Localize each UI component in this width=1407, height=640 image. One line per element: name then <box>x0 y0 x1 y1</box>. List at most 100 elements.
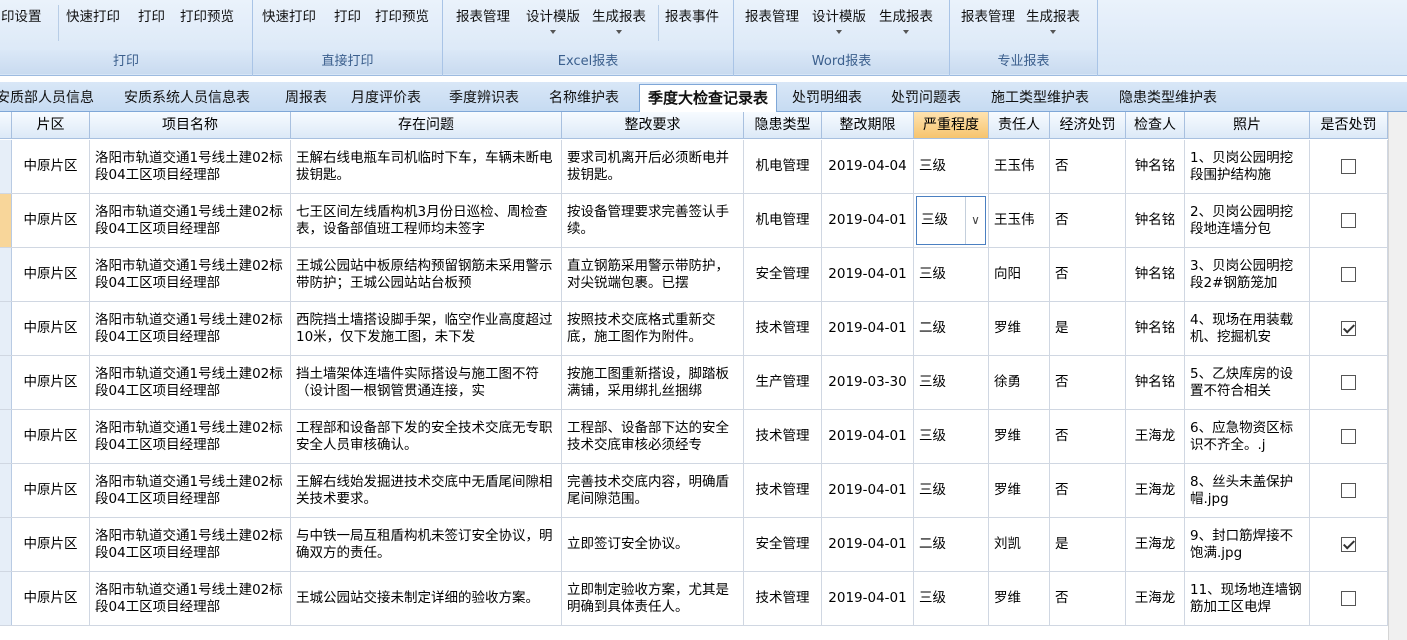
cell-inspector[interactable]: 王海龙 <box>1126 410 1185 463</box>
cell-requirement[interactable]: 立即签订安全协议。 <box>562 518 744 571</box>
cell-owner[interactable]: 罗维 <box>989 572 1050 625</box>
cell-owner[interactable]: 刘凯 <box>989 518 1050 571</box>
cell-project[interactable]: 洛阳市轨道交通1号线土建02标段04工区项目经理部 <box>90 464 291 517</box>
tab-penalty-issues[interactable]: 处罚问题表 <box>891 87 961 112</box>
tab-quarterly-inspection[interactable]: 季度大检查记录表 <box>639 84 778 113</box>
column-header-project[interactable]: 项目名称 <box>90 112 291 139</box>
cell-fine[interactable]: 否 <box>1050 572 1126 625</box>
cell-inspector[interactable]: 钟名铭 <box>1126 140 1185 193</box>
cell-area[interactable]: 中原片区 <box>12 518 90 571</box>
cell-hazard-type[interactable]: 安全管理 <box>744 248 822 301</box>
cell-inspector[interactable]: 钟名铭 <box>1126 194 1185 247</box>
cell-issue[interactable]: 王解右线电瓶车司机临时下车，车辆未断电拔钥匙。 <box>291 140 562 193</box>
cell-requirement[interactable]: 工程部、设备部下达的安全技术交底审核必须经专 <box>562 410 744 463</box>
cell-owner[interactable]: 罗维 <box>989 464 1050 517</box>
cell-penalty[interactable] <box>1310 356 1388 409</box>
cell-fine[interactable]: 否 <box>1050 248 1126 301</box>
column-header-owner[interactable]: 责任人 <box>989 112 1050 139</box>
cell-requirement[interactable]: 按设备管理要求完善签认手续。 <box>562 194 744 247</box>
cell-severity[interactable]: 二级 <box>914 302 989 355</box>
cell-area[interactable]: 中原片区 <box>12 194 90 247</box>
cell-deadline[interactable]: 2019-04-01 <box>822 248 914 301</box>
cell-photo[interactable]: 4、现场在用装载机、挖掘机安 <box>1185 302 1310 355</box>
cell-hazard-type[interactable]: 安全管理 <box>744 518 822 571</box>
cell-issue[interactable]: 王解右线始发掘进技术交底中无盾尾间隙相关技术要求。 <box>291 464 562 517</box>
cell-area[interactable]: 中原片区 <box>12 410 90 463</box>
cell-severity[interactable]: 三级 <box>914 410 989 463</box>
row-indicator[interactable] <box>0 410 12 463</box>
row-indicator[interactable] <box>0 194 12 247</box>
tab-monthly-evaluation[interactable]: 月度评价表 <box>351 87 421 112</box>
table-row[interactable]: 中原片区 洛阳市轨道交通1号线土建02标段04工区项目经理部 与中铁一局互租盾构机未… <box>0 518 1388 572</box>
cell-photo[interactable]: 11、现场地连墙钢筋加工区电焊 <box>1185 572 1310 625</box>
cell-photo[interactable]: 6、应急物资区标识不齐全。.j <box>1185 410 1310 463</box>
penalty-checkbox[interactable] <box>1341 267 1356 282</box>
penalty-checkbox[interactable] <box>1341 159 1356 174</box>
cell-fine[interactable]: 否 <box>1050 194 1126 247</box>
cell-issue[interactable]: 王城公园站中板原结构预留钢筋未采用警示带防护；王城公园站站台板预 <box>291 248 562 301</box>
cell-fine[interactable]: 是 <box>1050 302 1126 355</box>
column-header-deadline[interactable]: 整改期限 <box>822 112 914 139</box>
tab-quarterly-identification[interactable]: 季度辨识表 <box>449 87 519 112</box>
pro-report-manage-button[interactable]: 报表管理 <box>958 3 1018 43</box>
cell-fine[interactable]: 否 <box>1050 356 1126 409</box>
cell-penalty[interactable] <box>1310 410 1388 463</box>
cell-photo[interactable]: 5、乙炔库房的设置不符合相关 <box>1185 356 1310 409</box>
cell-hazard-type[interactable]: 技术管理 <box>744 572 822 625</box>
cell-project[interactable]: 洛阳市轨道交通1号线土建02标段04工区项目经理部 <box>90 302 291 355</box>
column-header-issue[interactable]: 存在问题 <box>291 112 562 139</box>
row-indicator[interactable] <box>0 518 12 571</box>
cell-owner[interactable]: 王玉伟 <box>989 140 1050 193</box>
table-row[interactable]: 中原片区 洛阳市轨道交通1号线土建02标段04工区项目经理部 王解右线始发掘进技术交… <box>0 464 1388 518</box>
cell-owner[interactable]: 王玉伟 <box>989 194 1050 247</box>
cell-severity[interactable]: 二级 <box>914 518 989 571</box>
column-header-inspector[interactable]: 检查人 <box>1126 112 1185 139</box>
cell-deadline[interactable]: 2019-04-04 <box>822 140 914 193</box>
cell-deadline[interactable]: 2019-03-30 <box>822 356 914 409</box>
cell-hazard-type[interactable]: 生产管理 <box>744 356 822 409</box>
penalty-checkbox[interactable] <box>1341 537 1356 552</box>
cell-severity[interactable]: 三级 <box>914 464 989 517</box>
row-indicator[interactable] <box>0 464 12 517</box>
direct-quick-print-button[interactable]: 快速打印 <box>259 3 319 43</box>
excel-report-events-button[interactable]: 报表事件 <box>662 3 722 43</box>
chevron-down-icon[interactable]: ∨ <box>965 197 985 244</box>
cell-hazard-type[interactable]: 技术管理 <box>744 464 822 517</box>
cell-photo[interactable]: 3、贝岗公园明挖段2#钢筋笼加 <box>1185 248 1310 301</box>
cell-penalty[interactable] <box>1310 194 1388 247</box>
cell-owner[interactable]: 罗维 <box>989 410 1050 463</box>
cell-project[interactable]: 洛阳市轨道交通1号线土建02标段04工区项目经理部 <box>90 194 291 247</box>
cell-project[interactable]: 洛阳市轨道交通1号线土建02标段04工区项目经理部 <box>90 248 291 301</box>
cell-area[interactable]: 中原片区 <box>12 140 90 193</box>
tab-anzhi-system-staff[interactable]: 安质系统人员信息表 <box>124 87 250 112</box>
penalty-checkbox[interactable] <box>1341 429 1356 444</box>
table-row[interactable]: 中原片区 洛阳市轨道交通1号线土建02标段04工区项目经理部 王城公园站中板原结构预… <box>0 248 1388 302</box>
row-indicator[interactable] <box>0 356 12 409</box>
penalty-checkbox[interactable] <box>1341 213 1356 228</box>
column-header-severity[interactable]: 严重程度 <box>914 112 989 139</box>
excel-report-manage-button[interactable]: 报表管理 <box>453 3 513 43</box>
severity-dropdown[interactable]: 三级 ∨ <box>916 196 986 245</box>
print-button[interactable]: 打印 <box>135 3 168 43</box>
cell-fine[interactable]: 否 <box>1050 464 1126 517</box>
cell-issue[interactable]: 与中铁一局互租盾构机未签订安全协议，明确双方的责任。 <box>291 518 562 571</box>
cell-inspector[interactable]: 钟名铭 <box>1126 248 1185 301</box>
table-row[interactable]: 中原片区 洛阳市轨道交通1号线土建02标段04工区项目经理部 挡土墙架体连墙件实际搭… <box>0 356 1388 410</box>
tab-anzhi-staff-info[interactable]: 安质部人员信息 <box>0 87 94 112</box>
word-generate-report-button[interactable]: 生成报表 <box>876 3 936 43</box>
cell-requirement[interactable]: 立即制定验收方案，尤其是明确到具体责任人。 <box>562 572 744 625</box>
row-indicator[interactable] <box>0 248 12 301</box>
cell-severity[interactable]: 三级 <box>914 356 989 409</box>
row-indicator[interactable] <box>0 572 12 625</box>
penalty-checkbox[interactable] <box>1341 483 1356 498</box>
cell-fine[interactable]: 否 <box>1050 140 1126 193</box>
cell-project[interactable]: 洛阳市轨道交通1号线土建02标段04工区项目经理部 <box>90 140 291 193</box>
column-header-requirement[interactable]: 整改要求 <box>562 112 744 139</box>
cell-issue[interactable]: 七王区间左线盾构机3月份日巡检、周检查表，设备部值班工程师均未签字 <box>291 194 562 247</box>
cell-deadline[interactable]: 2019-04-01 <box>822 518 914 571</box>
cell-penalty[interactable] <box>1310 140 1388 193</box>
excel-design-template-button[interactable]: 设计模版 <box>523 3 583 43</box>
cell-area[interactable]: 中原片区 <box>12 572 90 625</box>
direct-print-preview-button[interactable]: 打印预览 <box>372 3 432 43</box>
excel-generate-report-button[interactable]: 生成报表 <box>589 3 649 43</box>
